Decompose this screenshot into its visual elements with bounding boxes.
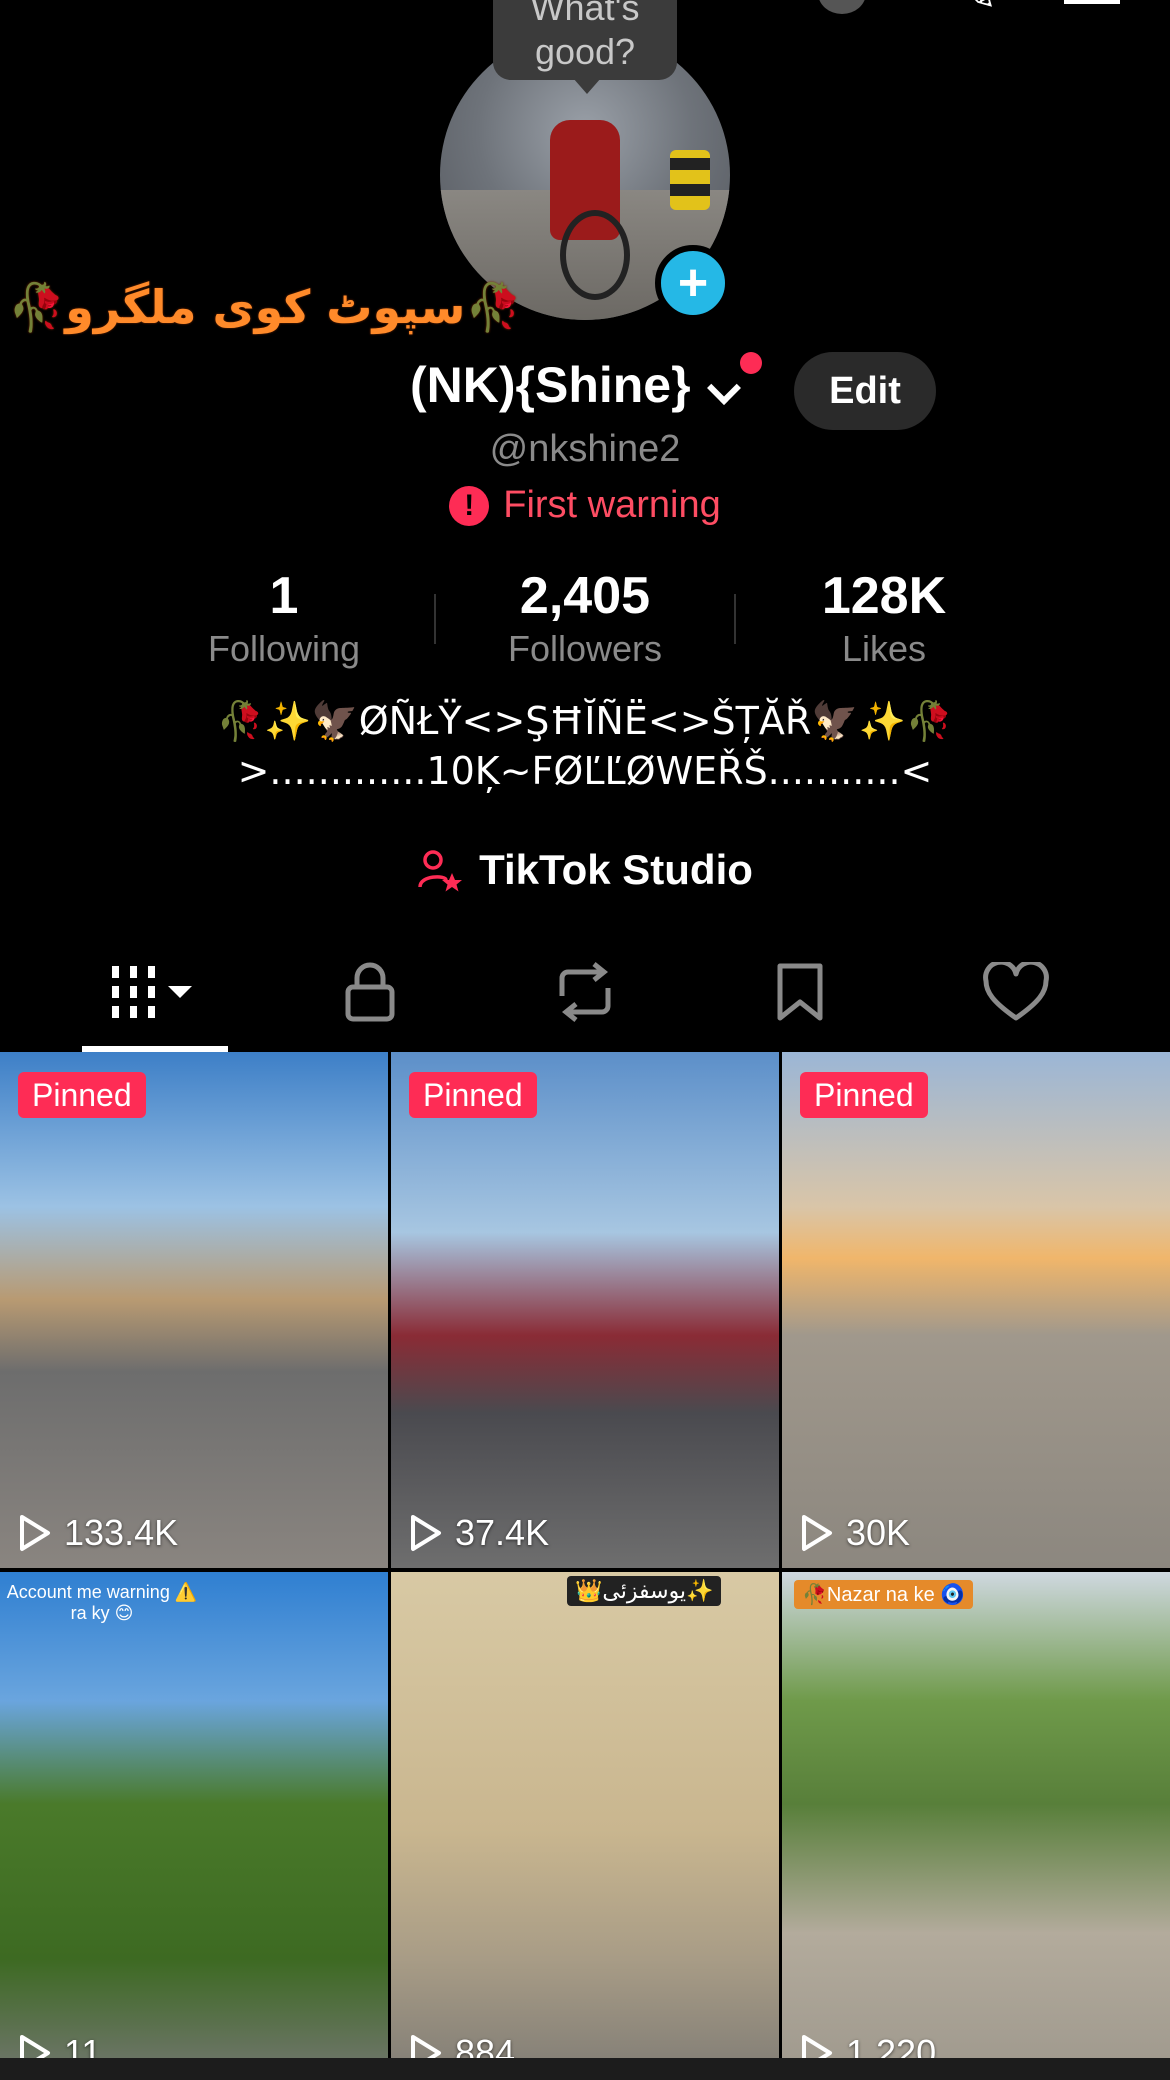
bottom-nav-bar xyxy=(0,2058,1170,2080)
tab-favorites[interactable] xyxy=(692,942,908,1042)
video-caption: Account me warning ⚠️ ra ky 😊 xyxy=(6,1582,198,1623)
stat-divider xyxy=(734,594,736,644)
sticker-text: 🥀سپوٹ کوی ملگرو🥀 xyxy=(8,280,523,334)
tab-videos[interactable] xyxy=(46,942,262,1042)
studio-label: TikTok Studio xyxy=(479,846,753,893)
view-count: 30K xyxy=(800,1512,910,1554)
username-handle: @nkshine2 xyxy=(489,428,681,470)
bio-line: >.............10Ķ~FØĽĽØWEŘŠ...........< xyxy=(237,749,933,793)
plus-icon: + xyxy=(677,254,709,312)
video-tile[interactable]: 👑یوسفزئی✨ 884 xyxy=(391,1572,779,2080)
likes-count: 128K xyxy=(821,567,947,625)
pinned-badge: Pinned xyxy=(18,1072,146,1118)
tab-private[interactable] xyxy=(262,942,478,1042)
stat-likes[interactable]: 128K Likes xyxy=(774,566,994,670)
add-avatar-button[interactable]: + xyxy=(655,245,731,321)
pinned-badge: Pinned xyxy=(409,1072,537,1118)
warning-icon: ! xyxy=(449,485,490,526)
status-tooltip[interactable]: What's good? xyxy=(493,0,677,94)
followers-label: Followers xyxy=(507,628,663,669)
video-caption: 👑یوسفزئی✨ xyxy=(567,1576,722,1606)
grid-bars-icon xyxy=(112,966,192,1018)
video-tile[interactable]: 🥀Nazar na ke 🧿 1,220 xyxy=(782,1572,1170,2080)
tab-liked[interactable] xyxy=(908,942,1124,1042)
pinned-badge: Pinned xyxy=(800,1072,928,1118)
video-tile[interactable]: Pinned 133.4K xyxy=(0,1052,388,1568)
tab-reposts[interactable] xyxy=(477,942,693,1042)
edit-pen-icon[interactable]: ✎ xyxy=(960,0,997,21)
warning-banner[interactable]: ! First warning xyxy=(0,484,1170,527)
avatar-barrier xyxy=(670,150,710,210)
bio: 🥀✨🦅ØÑŁŸ<>ŞĦĬÑË<>ŠȚĂŘ🦅✨🥀 >.............10… xyxy=(0,696,1170,796)
followers-count: 2,405 xyxy=(519,567,651,625)
add-friend-icon[interactable]: ᐟ xyxy=(70,0,90,26)
tiktok-studio-link[interactable]: TikTok Studio xyxy=(0,846,1170,894)
tooltip-text: What's good? xyxy=(530,0,640,72)
play-icon xyxy=(411,1515,441,1551)
warning-text: First warning xyxy=(503,484,721,526)
tooltip-tail xyxy=(573,78,601,94)
edit-profile-button[interactable]: Edit xyxy=(794,352,936,430)
view-count: 37.4K xyxy=(409,1512,549,1554)
avatar-wheel xyxy=(560,210,630,300)
video-tile[interactable]: Account me warning ⚠️ ra ky 😊 11 xyxy=(0,1572,388,2080)
notification-dot xyxy=(740,352,762,374)
account-switch-avatar[interactable] xyxy=(818,0,866,14)
following-count: 1 xyxy=(269,567,299,625)
menu-icon[interactable] xyxy=(1064,0,1120,4)
bio-line: 🥀✨🦅ØÑŁŸ<>ŞĦĬÑË<>ŠȚĂŘ🦅✨🥀 xyxy=(216,699,954,743)
user-star-icon xyxy=(418,850,463,892)
view-count: 133.4K xyxy=(18,1512,178,1554)
name-row: (NK){Shine} Edit xyxy=(0,352,1170,432)
play-icon xyxy=(20,1515,50,1551)
chevron-down-icon[interactable] xyxy=(707,371,741,405)
view-count-text: 37.4K xyxy=(455,1512,550,1553)
stat-followers[interactable]: 2,405 Followers xyxy=(475,566,695,670)
repost-icon xyxy=(559,962,611,1022)
play-icon xyxy=(802,1515,832,1551)
following-label: Following xyxy=(207,628,361,669)
view-count-text: 30K xyxy=(846,1512,911,1553)
stats-row: 1 Following 2,405 Followers 128K Likes xyxy=(0,566,1170,676)
video-tile[interactable]: Pinned 37.4K xyxy=(391,1052,779,1568)
content-tabs xyxy=(0,942,1170,1052)
likes-label: Likes xyxy=(841,628,927,669)
bookmark-icon xyxy=(777,963,823,1021)
heart-icon xyxy=(983,962,1049,1021)
display-name[interactable]: (NK){Shine} xyxy=(410,356,691,414)
stat-following[interactable]: 1 Following xyxy=(174,566,394,670)
video-caption: 🥀Nazar na ke 🧿 xyxy=(794,1580,974,1609)
video-tile[interactable]: Pinned 30K xyxy=(782,1052,1170,1568)
lock-icon xyxy=(345,962,395,1022)
view-count-text: 133.4K xyxy=(64,1512,179,1553)
stat-divider xyxy=(434,594,436,644)
